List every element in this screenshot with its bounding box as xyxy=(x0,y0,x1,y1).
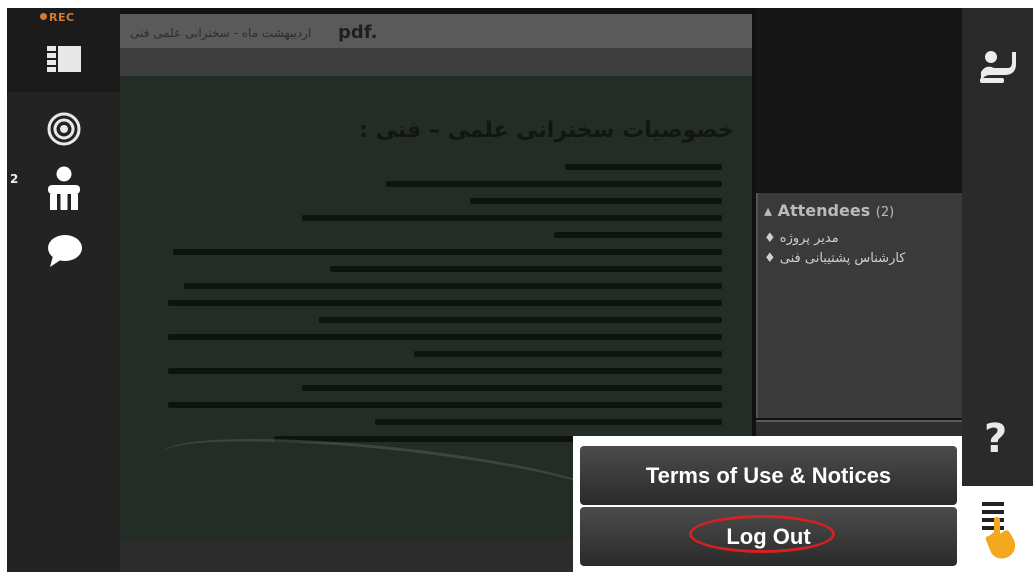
collapse-marker-icon: ▴ xyxy=(764,201,773,220)
settings-menu: Terms of Use & Notices Log Out xyxy=(573,436,962,572)
raise-hand-icon xyxy=(980,51,1016,83)
help-button[interactable]: ? xyxy=(984,416,1007,462)
document-toolbar-gap xyxy=(120,48,752,76)
attendees-button[interactable] xyxy=(47,166,81,214)
logout-label: Log Out xyxy=(726,524,811,549)
layout-icon xyxy=(47,46,81,72)
document-extension: pdf. xyxy=(338,22,378,43)
attendees-panel: ▴ Attendees (2) مدیر پروژه ♦ کارشناس پشت… xyxy=(756,193,964,418)
app-window: REC 2 اردیبهشت ماه - سخنرانی علمی فنی pd… xyxy=(7,8,1033,572)
menu-icon xyxy=(982,502,1016,559)
video-pane xyxy=(756,8,962,192)
menu-button[interactable] xyxy=(962,486,1033,572)
recording-indicator: REC xyxy=(40,11,75,24)
attendee-item[interactable]: مدیر پروژه ♦ xyxy=(764,231,954,246)
attendee-icon xyxy=(48,166,80,210)
left-toolbar: REC 2 xyxy=(7,8,120,572)
attendee-item[interactable]: کارشناس پشتیبانی فنی ♦ xyxy=(764,251,954,266)
document-title-bar: اردیبهشت ماه - سخنرانی علمی فنی pdf. xyxy=(120,14,752,48)
terms-button[interactable]: Terms of Use & Notices xyxy=(580,446,957,505)
document-heading: خصوصیات سخنرانی علمی – فنی : xyxy=(359,118,734,143)
broadcast-icon xyxy=(47,112,81,146)
attendees-header[interactable]: ▴ Attendees (2) xyxy=(764,201,894,220)
raise-hand-button[interactable] xyxy=(978,48,1018,88)
rec-dot-icon xyxy=(40,13,47,20)
document-text-lines xyxy=(162,164,722,453)
logout-button[interactable]: Log Out xyxy=(580,507,957,566)
chat-button[interactable] xyxy=(47,234,83,272)
layout-button[interactable] xyxy=(47,46,81,76)
document-name: اردیبهشت ماه - سخنرانی علمی فنی xyxy=(130,26,312,40)
chat-icon xyxy=(48,235,82,267)
broadcast-button[interactable] xyxy=(47,112,81,150)
right-nav: ? xyxy=(962,8,1033,572)
attendee-count-badge: 2 xyxy=(10,172,19,186)
